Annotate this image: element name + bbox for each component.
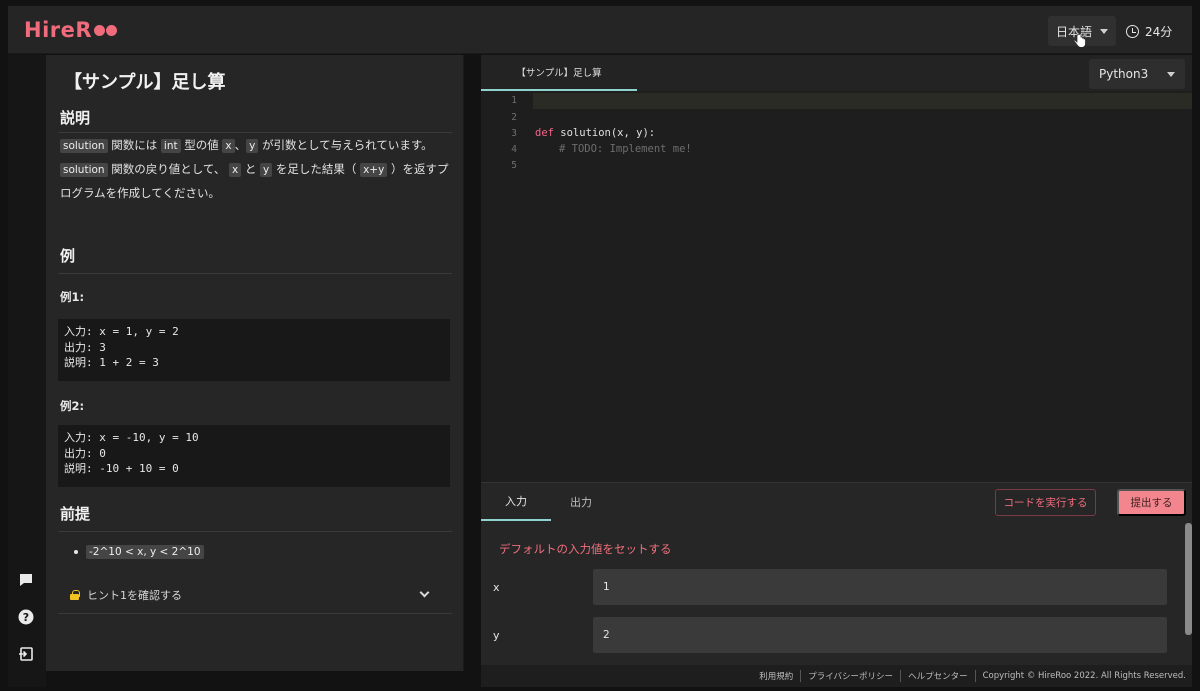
caret-down-icon bbox=[1100, 28, 1109, 34]
current-line-highlight bbox=[533, 93, 1192, 109]
code-chip: y bbox=[246, 139, 259, 153]
scrollbar[interactable] bbox=[1185, 523, 1192, 635]
tab-input[interactable]: 入力 bbox=[481, 483, 551, 521]
code-editor[interactable]: 【サンプル】足し算 Python3 1 2 3 4 5 def solution… bbox=[481, 55, 1192, 482]
svg-text:?: ? bbox=[23, 611, 29, 624]
hand-cursor-icon bbox=[1074, 34, 1086, 48]
divider bbox=[58, 273, 452, 274]
field-label-y: y bbox=[493, 629, 500, 642]
language-dropdown-label: Python3 bbox=[1099, 67, 1149, 81]
exit-icon[interactable] bbox=[17, 645, 35, 663]
problem-panel: 【サンプル】足し算 説明 solution 関数には int 型の値 x、 y が… bbox=[46, 55, 464, 671]
description-heading: 説明 bbox=[60, 109, 91, 127]
example-1-code: 入力: x = 1, y = 2 出力: 3 説明: 1 + 2 = 3 bbox=[58, 319, 450, 381]
line-number: 4 bbox=[511, 144, 517, 155]
code-chip: solution bbox=[60, 139, 108, 153]
divider bbox=[900, 670, 902, 682]
tab-output[interactable]: 出力 bbox=[551, 483, 611, 521]
run-code-button[interactable]: コードを実行する bbox=[995, 489, 1096, 516]
code-chip: x bbox=[222, 139, 235, 153]
left-rail: ? bbox=[8, 55, 46, 687]
logo-dots bbox=[94, 24, 118, 36]
examples-heading: 例 bbox=[60, 247, 76, 265]
lock-icon bbox=[70, 590, 80, 600]
hint-accordion[interactable]: ヒント1を確認する bbox=[70, 585, 440, 605]
copyright: Copyright © HireRoo 2022. All Rights Res… bbox=[982, 671, 1186, 681]
code-chip: x+y bbox=[360, 163, 388, 177]
divider bbox=[58, 613, 452, 614]
hint-label: ヒント1を確認する bbox=[87, 589, 182, 602]
terms-link[interactable]: 利用規約 bbox=[759, 670, 793, 682]
clock-icon bbox=[1126, 25, 1139, 38]
submit-button[interactable]: 提出する bbox=[1117, 489, 1186, 516]
code-chip: solution bbox=[60, 163, 108, 177]
example-2-code: 入力: x = -10, y = 10 出力: 0 説明: -10 + 10 =… bbox=[58, 425, 450, 487]
divider bbox=[58, 531, 452, 532]
divider bbox=[58, 132, 452, 133]
input-field-y[interactable]: 2 bbox=[593, 617, 1167, 653]
timer: 24分 bbox=[1126, 23, 1172, 40]
field-label-x: x bbox=[493, 581, 500, 594]
line-number: 1 bbox=[511, 95, 517, 106]
code-comment: # TODO: Implement me! bbox=[559, 143, 692, 155]
line-gutter: 1 2 3 4 5 bbox=[481, 91, 529, 482]
help-center-link[interactable]: ヘルプセンター bbox=[908, 670, 968, 682]
example-1-label: 例1: bbox=[60, 290, 85, 304]
input-field-x[interactable]: 1 bbox=[593, 569, 1167, 605]
bullet-icon bbox=[74, 550, 78, 554]
problem-description: solution 関数には int 型の値 x、 y が引数として与えられています… bbox=[60, 138, 449, 200]
constraint-item: -2^10 < x, y < 2^10 bbox=[74, 545, 204, 559]
chat-icon[interactable] bbox=[17, 571, 35, 589]
logo-text: HireR bbox=[24, 18, 93, 42]
constraint-chip: -2^10 < x, y < 2^10 bbox=[86, 545, 204, 559]
code-line: def solution(x, y): bbox=[535, 127, 656, 139]
chevron-down-icon bbox=[419, 587, 430, 598]
line-number: 5 bbox=[511, 160, 517, 171]
example-2-label: 例2: bbox=[60, 399, 85, 413]
divider bbox=[800, 670, 802, 682]
set-default-input-link[interactable]: デフォルトの入力値をセットする bbox=[499, 541, 672, 557]
problem-title: 【サンプル】足し算 bbox=[64, 72, 226, 93]
line-number: 3 bbox=[511, 128, 517, 139]
caret-down-icon bbox=[1167, 71, 1175, 77]
line-number: 2 bbox=[511, 112, 517, 123]
file-tab[interactable]: 【サンプル】足し算 bbox=[481, 55, 637, 91]
divider bbox=[974, 670, 976, 682]
help-icon[interactable]: ? bbox=[17, 608, 35, 626]
editor-tabbar: 【サンプル】足し算 Python3 bbox=[481, 55, 1192, 91]
language-dropdown[interactable]: Python3 bbox=[1089, 59, 1185, 89]
app-header: HireR 日本語 24分 bbox=[8, 6, 1192, 54]
io-panel: 入力 出力 コードを実行する 提出する デフォルトの入力値をセットする x 1 … bbox=[481, 482, 1192, 665]
code-chip: y bbox=[260, 163, 273, 177]
privacy-link[interactable]: プライバシーポリシー bbox=[808, 670, 893, 682]
timer-label: 24分 bbox=[1145, 25, 1173, 39]
code-chip: int bbox=[160, 139, 181, 153]
constraints-heading: 前提 bbox=[60, 505, 91, 523]
hireroo-logo[interactable]: HireR bbox=[24, 18, 118, 42]
footer: 利用規約 プライバシーポリシー ヘルプセンター Copyright © Hire… bbox=[481, 665, 1192, 687]
code-chip: x bbox=[229, 163, 242, 177]
